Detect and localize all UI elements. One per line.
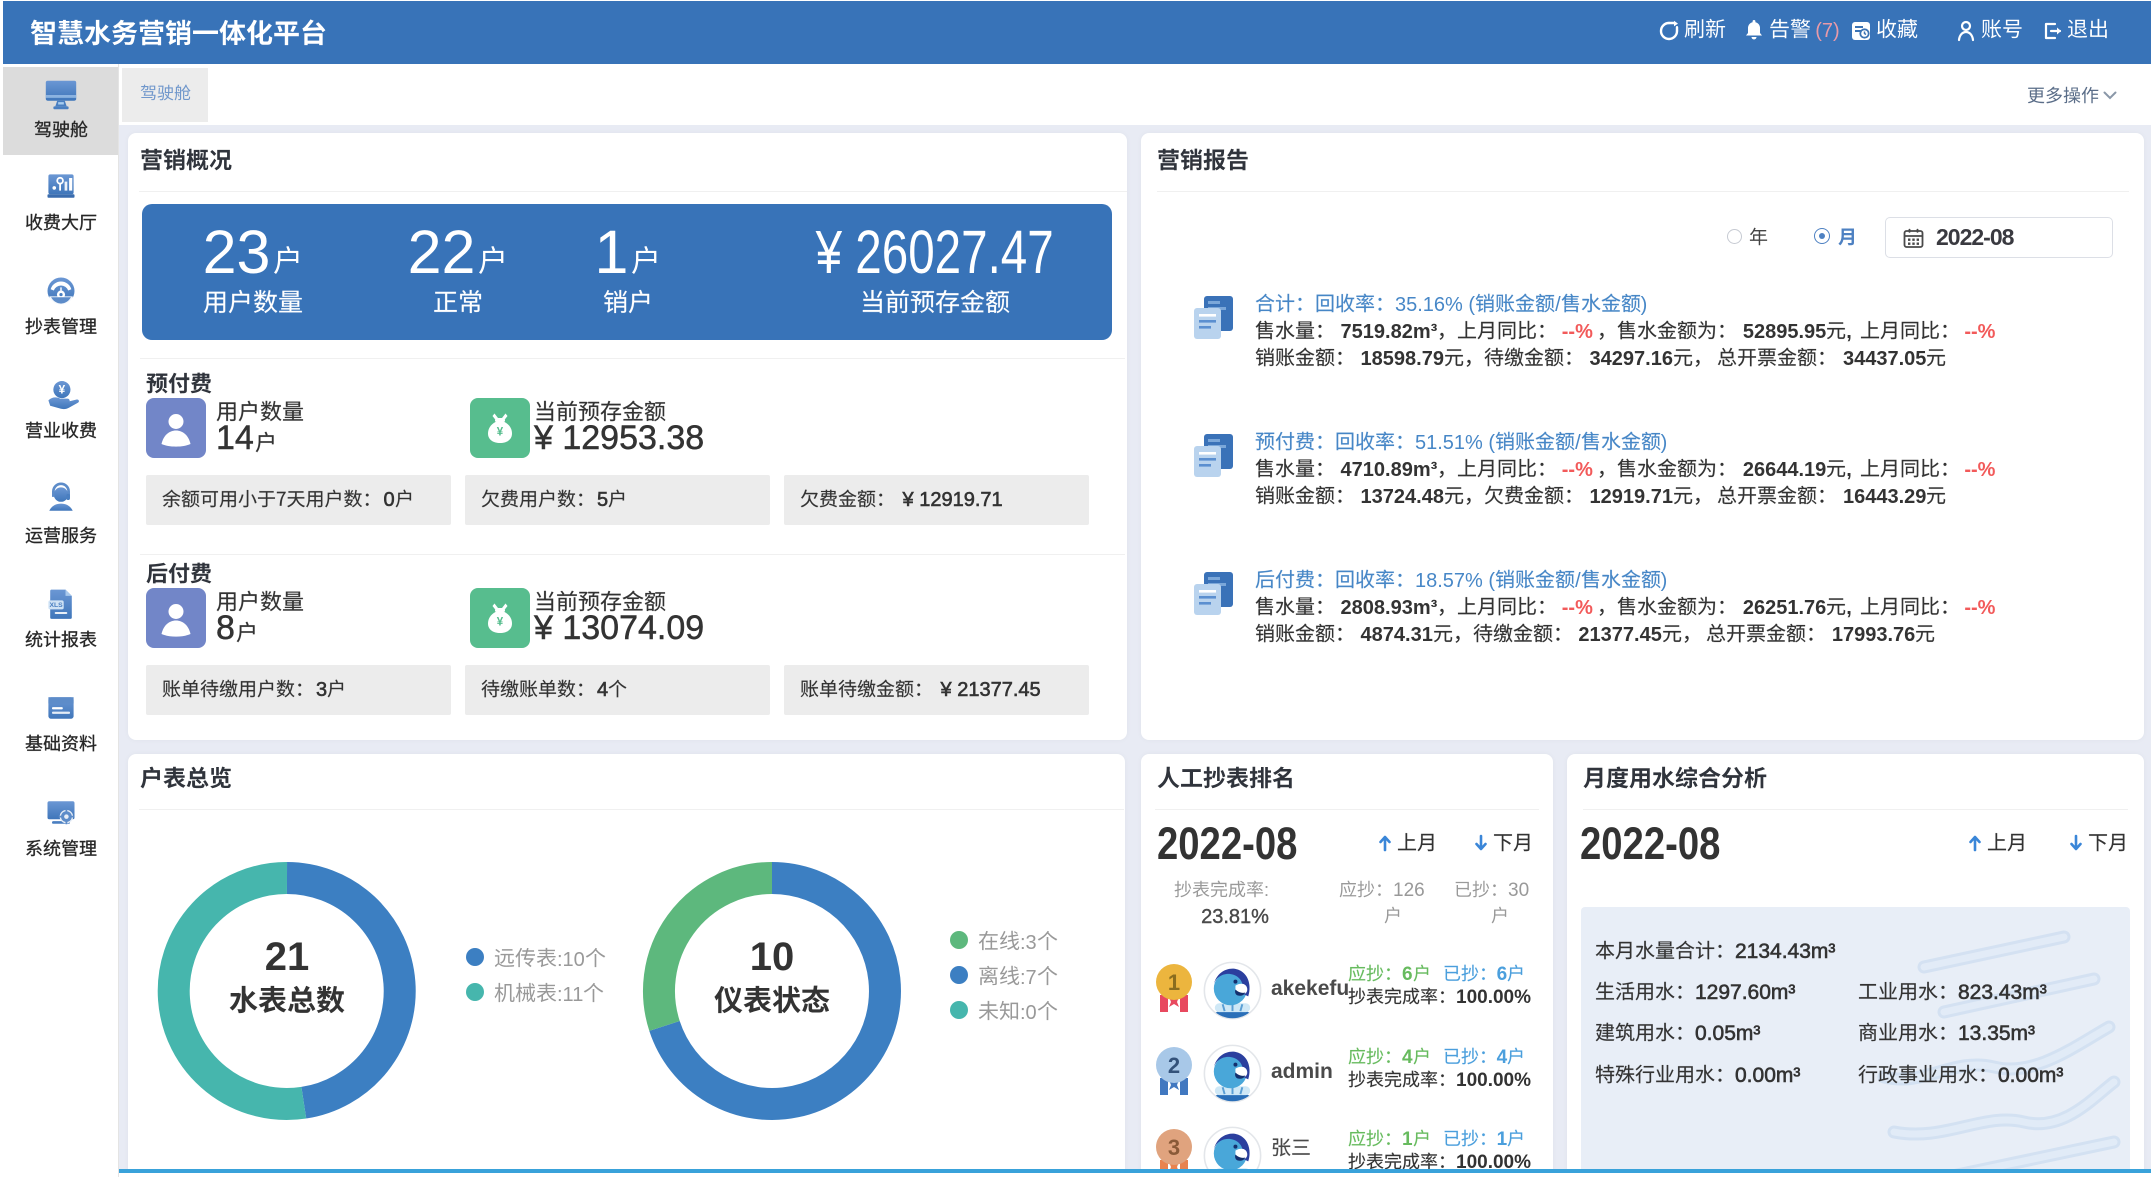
svg-text:¥: ¥ (58, 384, 65, 397)
svg-text:3: 3 (1168, 1135, 1180, 1160)
svg-text:¥: ¥ (497, 617, 504, 629)
svg-text:1: 1 (1168, 970, 1180, 995)
svg-text:XLS: XLS (49, 602, 63, 609)
svg-text:2: 2 (1168, 1053, 1180, 1078)
svg-text:¥: ¥ (497, 427, 504, 439)
